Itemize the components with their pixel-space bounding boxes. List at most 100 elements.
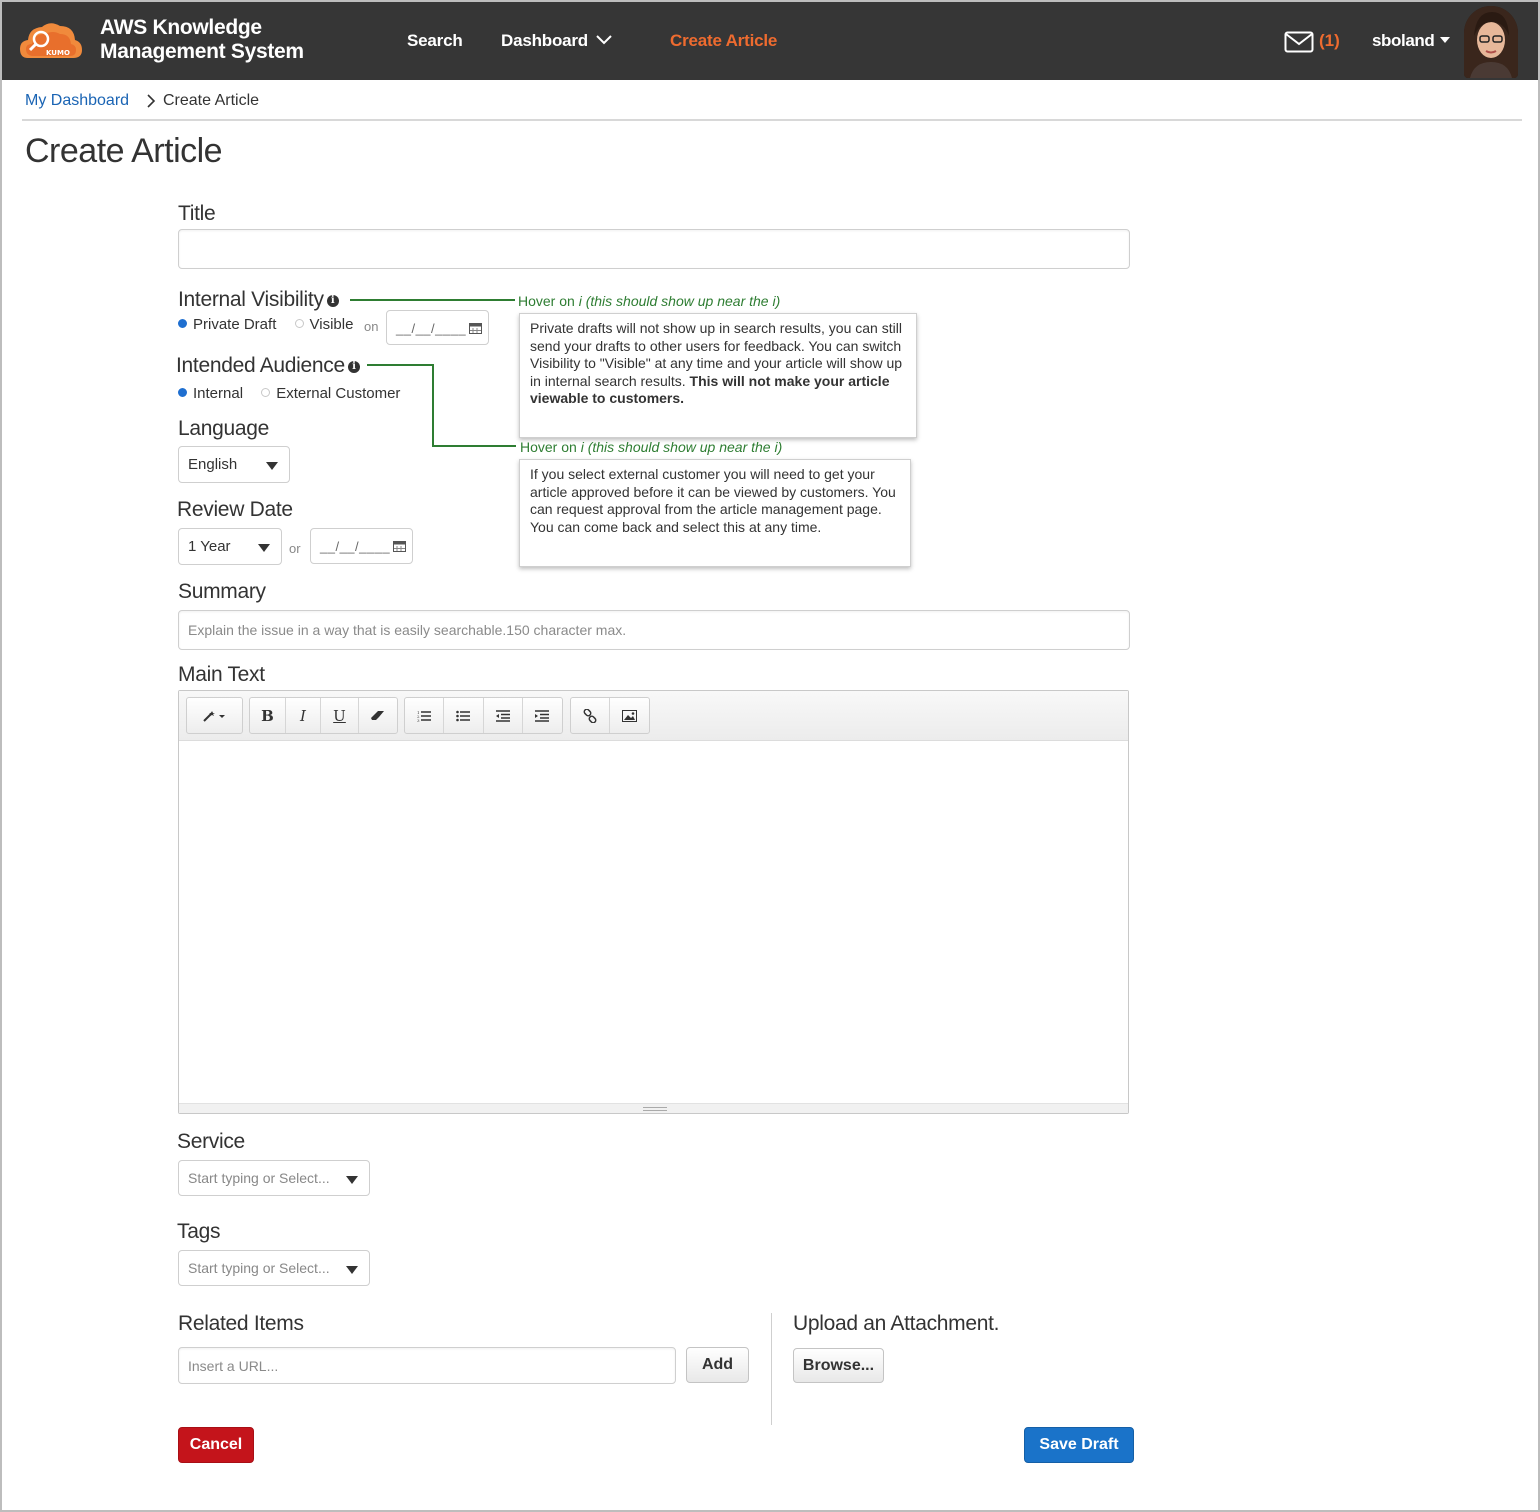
bold-button[interactable]: B xyxy=(250,698,286,733)
review-date-placeholder: __/__/____ xyxy=(320,539,391,554)
ordered-list-icon: 123 xyxy=(417,710,432,722)
audience-hover-hint: Hover on i (this should show up near the… xyxy=(520,439,782,455)
image-icon xyxy=(622,709,637,722)
mail-icon[interactable] xyxy=(1284,31,1314,53)
radio-dot-icon xyxy=(178,388,187,397)
nav-dashboard-label: Dashboard xyxy=(501,31,588,50)
insert-image-button[interactable] xyxy=(610,698,649,733)
caret-down-icon xyxy=(266,462,278,470)
italic-button[interactable]: I xyxy=(286,698,321,733)
outdent-icon xyxy=(495,709,510,722)
avatar[interactable] xyxy=(1464,6,1518,78)
username: sboland xyxy=(1372,31,1435,50)
audience-label-text: Intended Audience xyxy=(176,354,345,377)
annotation-connector xyxy=(432,445,516,447)
service-placeholder: Start typing or Select... xyxy=(188,1170,330,1186)
radio-visible-label: Visible xyxy=(309,316,354,333)
browse-button[interactable]: Browse... xyxy=(793,1348,884,1383)
language-select[interactable]: English xyxy=(178,446,290,483)
radio-external-customer[interactable]: External Customer xyxy=(261,385,400,402)
svg-text:3: 3 xyxy=(417,718,420,722)
nav-dashboard[interactable]: Dashboard xyxy=(501,31,612,51)
visibility-hint-prefix: Hover on xyxy=(518,293,579,309)
visibility-tooltip: Private drafts will not show up in searc… xyxy=(519,313,917,438)
upload-attachment-label: Upload an Attachment. xyxy=(793,1312,1000,1335)
underline-button[interactable]: U xyxy=(321,698,359,733)
radio-external-customer-label: External Customer xyxy=(276,385,401,402)
audience-tooltip: If you select external customer you will… xyxy=(519,459,911,567)
summary-label: Summary xyxy=(178,580,266,603)
tags-placeholder: Start typing or Select... xyxy=(188,1260,330,1276)
add-related-button[interactable]: Add xyxy=(686,1347,749,1383)
title-label: Title xyxy=(178,202,216,225)
visibility-date-picker[interactable]: __/__/____ xyxy=(386,310,489,345)
review-date-label: Review Date xyxy=(177,498,293,521)
kumo-logo[interactable]: KUMO xyxy=(18,18,84,66)
visibility-info-icon[interactable]: i xyxy=(326,295,339,307)
annotation-connector xyxy=(350,299,515,301)
related-url-input[interactable]: Insert a URL... xyxy=(178,1347,676,1384)
related-url-placeholder: Insert a URL... xyxy=(188,1358,279,1374)
review-date-select[interactable]: 1 Year xyxy=(178,528,282,565)
caret-down-icon xyxy=(346,1266,358,1274)
unordered-list-button[interactable] xyxy=(444,698,484,733)
radio-internal[interactable]: Internal xyxy=(178,385,243,402)
chevron-right-icon xyxy=(147,94,156,108)
service-select[interactable]: Start typing or Select... xyxy=(178,1160,370,1196)
resize-grip-icon xyxy=(643,1107,667,1111)
language-value: English xyxy=(188,456,238,473)
review-or-label: or xyxy=(289,541,301,556)
tags-label: Tags xyxy=(177,1220,221,1243)
radio-dot-icon xyxy=(261,388,271,397)
indent-button[interactable] xyxy=(523,698,562,733)
visibility-date-placeholder: __/__/____ xyxy=(396,321,467,336)
visibility-label-text: Internal Visibility xyxy=(178,288,324,311)
outdent-button[interactable] xyxy=(484,698,523,733)
visibility-on-label: on xyxy=(364,319,379,334)
page-title: Create Article xyxy=(25,132,223,170)
bold-icon: B xyxy=(261,706,274,725)
brand-line-1: AWS Knowledge xyxy=(100,16,262,39)
language-label: Language xyxy=(178,417,270,440)
related-items-label: Related Items xyxy=(178,1312,304,1335)
chevron-down-icon xyxy=(596,35,612,45)
tags-select[interactable]: Start typing or Select... xyxy=(178,1250,370,1286)
mail-count-badge[interactable]: (1) xyxy=(1319,31,1340,51)
editor-resize-bar[interactable] xyxy=(179,1103,1128,1113)
review-date-value: 1 Year xyxy=(188,538,231,555)
title-input[interactable] xyxy=(178,229,1130,269)
top-navbar: KUMO AWS Knowledge Management System Sea… xyxy=(2,2,1538,80)
clear-format-button[interactable] xyxy=(359,698,397,733)
user-menu[interactable]: sboland xyxy=(1372,31,1451,51)
nav-search[interactable]: Search xyxy=(407,31,463,51)
italic-icon: I xyxy=(300,706,306,725)
visibility-radios: Private Draft Visible xyxy=(178,316,353,333)
save-draft-button[interactable]: Save Draft xyxy=(1024,1427,1134,1463)
annotation-connector xyxy=(367,364,433,366)
svg-text:KUMO: KUMO xyxy=(46,49,70,57)
summary-input[interactable]: Explain the issue in a way that is easil… xyxy=(178,610,1130,650)
caret-down-icon xyxy=(346,1176,358,1184)
ordered-list-button[interactable]: 123 xyxy=(405,698,445,733)
visibility-label: Internal Visibility i xyxy=(178,288,339,312)
visibility-hover-hint: Hover on i (this should show up near the… xyxy=(518,293,780,309)
style-menu-button[interactable] xyxy=(187,698,242,733)
nav-create-article[interactable]: Create Article xyxy=(670,31,777,51)
visibility-hint-italic: i (this should show up near the i) xyxy=(578,293,781,309)
review-date-picker[interactable]: __/__/____ xyxy=(310,528,413,564)
radio-dot-icon xyxy=(178,319,187,328)
radio-private-draft[interactable]: Private Draft xyxy=(178,316,276,333)
editor-content-area[interactable] xyxy=(179,741,1128,1103)
toolbar-group-lists: 123 xyxy=(404,697,563,734)
toolbar-group-insert xyxy=(570,697,650,734)
brand-line-2: Management System xyxy=(100,40,304,63)
cancel-button[interactable]: Cancel xyxy=(178,1427,254,1463)
divider xyxy=(22,119,1522,121)
main-text-label: Main Text xyxy=(178,663,265,686)
insert-link-button[interactable] xyxy=(571,698,611,733)
radio-visible[interactable]: Visible xyxy=(294,316,354,333)
breadcrumb-home[interactable]: My Dashboard xyxy=(25,92,129,110)
audience-hint-prefix: Hover on xyxy=(520,439,581,455)
audience-info-icon[interactable]: i xyxy=(347,361,360,373)
breadcrumb-current: Create Article xyxy=(163,92,260,109)
